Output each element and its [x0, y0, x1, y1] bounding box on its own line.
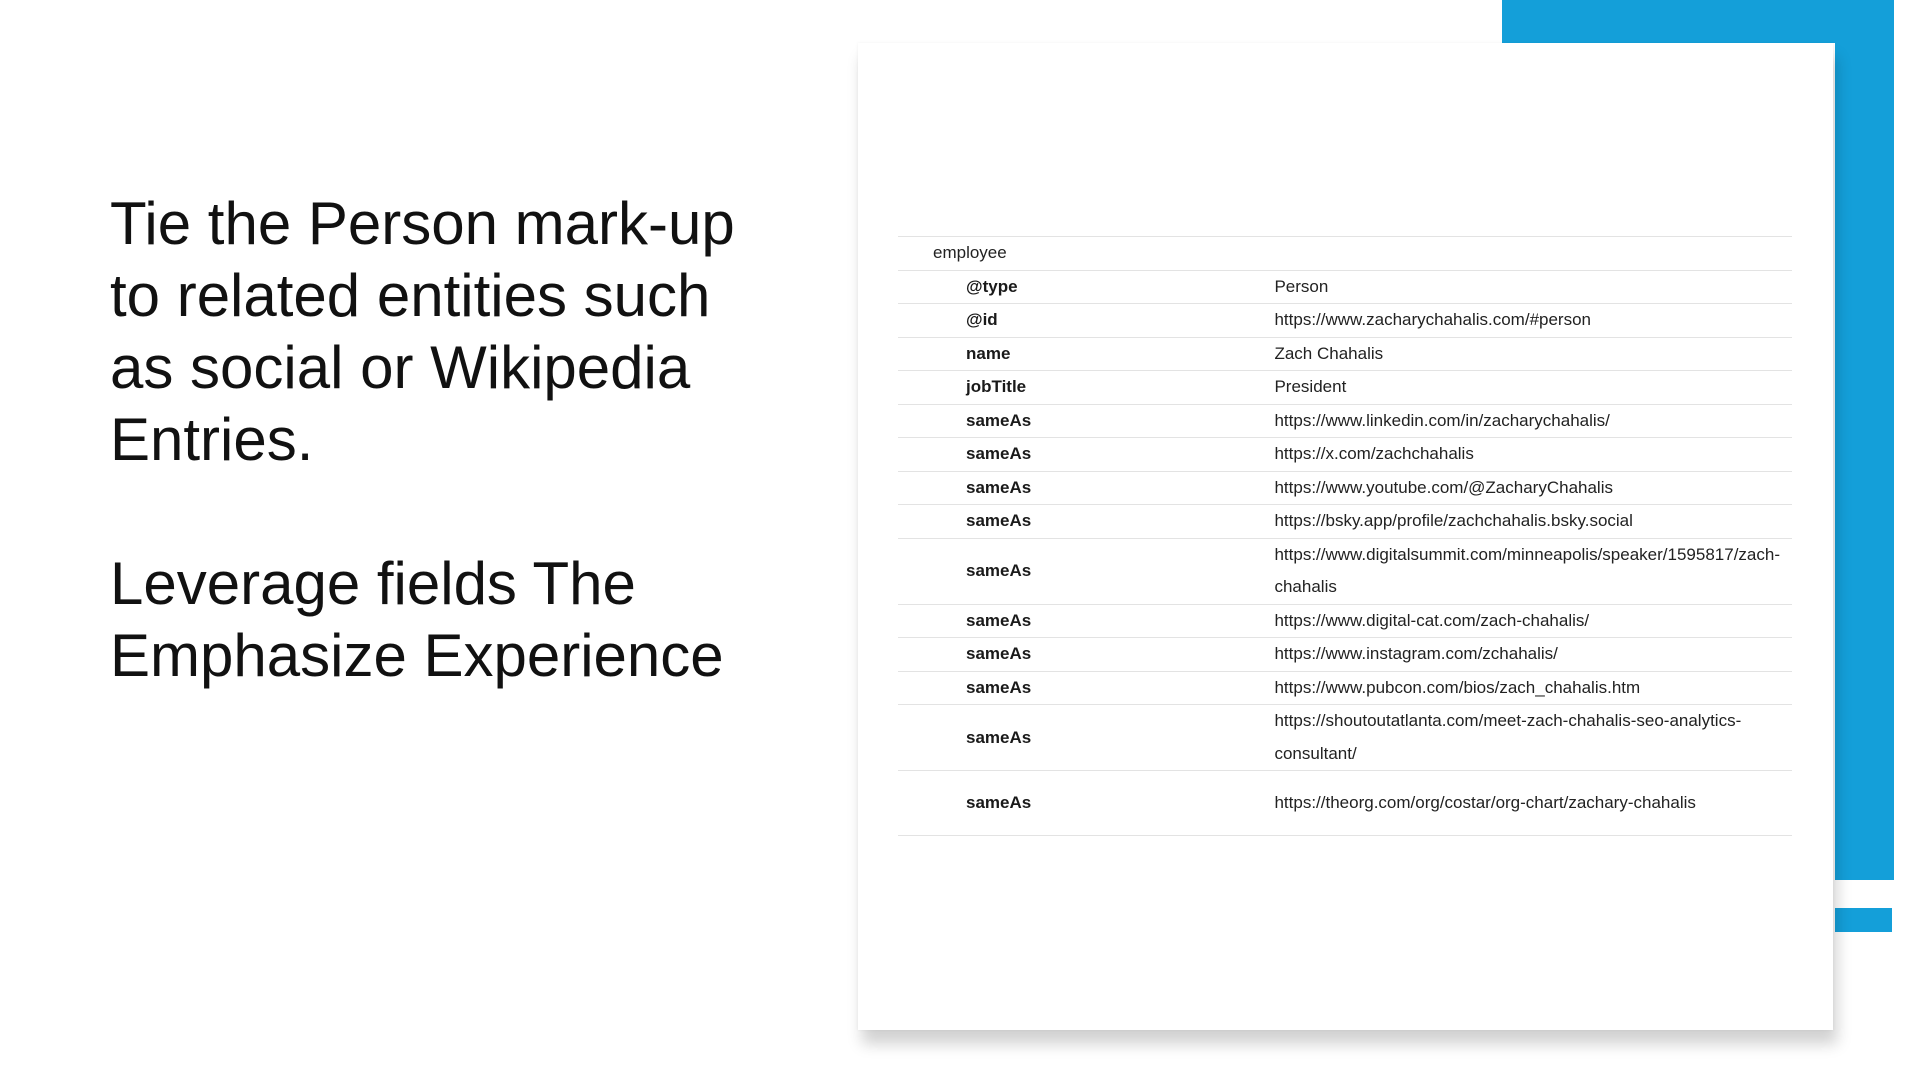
table-row: sameAs https://www.instagram.com/zchahal… — [898, 637, 1792, 671]
schema-table: employee @type Person @id https://www.za… — [898, 236, 1792, 836]
table-row: sameAs https://www.pubcon.com/bios/zach_… — [898, 670, 1792, 705]
section-label: employee — [898, 236, 1792, 270]
slide-text: Tie the Person mark-up to related entiti… — [110, 188, 770, 692]
heading-line: to related entities such — [110, 262, 711, 329]
table-row: sameAs https://www.digitalsummit.com/min… — [898, 537, 1792, 604]
heading-line: as social or Wikipedia — [110, 334, 691, 401]
property-key: sameAs — [898, 704, 1275, 771]
schema-screenshot-card: employee @type Person @id https://www.za… — [858, 43, 1833, 1030]
property-key: sameAs — [898, 437, 1275, 471]
property-key: name — [898, 336, 1275, 371]
table-row: sameAs https://www.digital-cat.com/zach-… — [898, 603, 1792, 638]
table-row: @type Person — [898, 269, 1792, 304]
property-key: jobTitle — [898, 370, 1275, 404]
subheading-line: Leverage fields The — [110, 550, 636, 617]
property-value: https://shoutoutatlanta.com/meet-zach-ch… — [1274, 704, 1792, 771]
property-value: https://www.linkedin.com/in/zacharychaha… — [1274, 403, 1792, 438]
property-value: https://theorg.com/org/costar/org-chart/… — [1274, 770, 1792, 836]
property-value: President — [1274, 370, 1792, 404]
table-row: jobTitle President — [898, 370, 1792, 404]
property-value: https://www.zacharychahalis.com/#person — [1274, 303, 1792, 337]
slide-subheading: Leverage fields The Emphasize Experience — [110, 548, 770, 692]
property-key: sameAs — [898, 403, 1275, 438]
accent-bar-right — [1835, 0, 1894, 880]
property-key: @id — [898, 303, 1275, 337]
property-key: sameAs — [898, 670, 1275, 705]
property-key: sameAs — [898, 537, 1275, 604]
table-row: sameAs https://www.linkedin.com/in/zacha… — [898, 403, 1792, 438]
table-row-section: employee — [898, 236, 1792, 270]
heading-line: Tie the Person mark-up — [110, 190, 735, 257]
slide-heading: Tie the Person mark-up to related entiti… — [110, 188, 770, 476]
property-value: https://www.digital-cat.com/zach-chahali… — [1274, 603, 1792, 638]
property-value: https://www.instagram.com/zchahalis/ — [1274, 637, 1792, 671]
property-value: Person — [1274, 269, 1792, 304]
property-value: https://www.pubcon.com/bios/zach_chahali… — [1274, 670, 1792, 705]
property-key: sameAs — [898, 637, 1275, 671]
accent-bar-small — [1835, 908, 1892, 932]
property-value: https://bsky.app/profile/zachchahalis.bs… — [1274, 504, 1792, 538]
property-key: sameAs — [898, 470, 1275, 505]
slide: Tie the Person mark-up to related entiti… — [0, 0, 1920, 1080]
table-row: sameAs https://www.youtube.com/@ZacharyC… — [898, 470, 1792, 505]
property-key: sameAs — [898, 504, 1275, 538]
property-value: Zach Chahalis — [1274, 336, 1792, 371]
table-row: name Zach Chahalis — [898, 336, 1792, 371]
table-row: sameAs https://x.com/zachchahalis — [898, 437, 1792, 471]
subheading-line: Emphasize Experience — [110, 622, 724, 689]
property-key: sameAs — [898, 603, 1275, 638]
table-row: sameAs https://shoutoutatlanta.com/meet-… — [898, 704, 1792, 771]
property-key: sameAs — [898, 770, 1275, 836]
property-value: https://www.digitalsummit.com/minneapoli… — [1274, 537, 1792, 604]
table-row: @id https://www.zacharychahalis.com/#per… — [898, 303, 1792, 337]
property-value: https://www.youtube.com/@ZacharyChahalis — [1274, 470, 1792, 505]
table-row: sameAs https://bsky.app/profile/zachchah… — [898, 504, 1792, 538]
property-key: @type — [898, 269, 1275, 304]
table-row: sameAs https://theorg.com/org/costar/org… — [898, 770, 1792, 836]
heading-line: Entries. — [110, 406, 314, 473]
property-value: https://x.com/zachchahalis — [1274, 437, 1792, 471]
